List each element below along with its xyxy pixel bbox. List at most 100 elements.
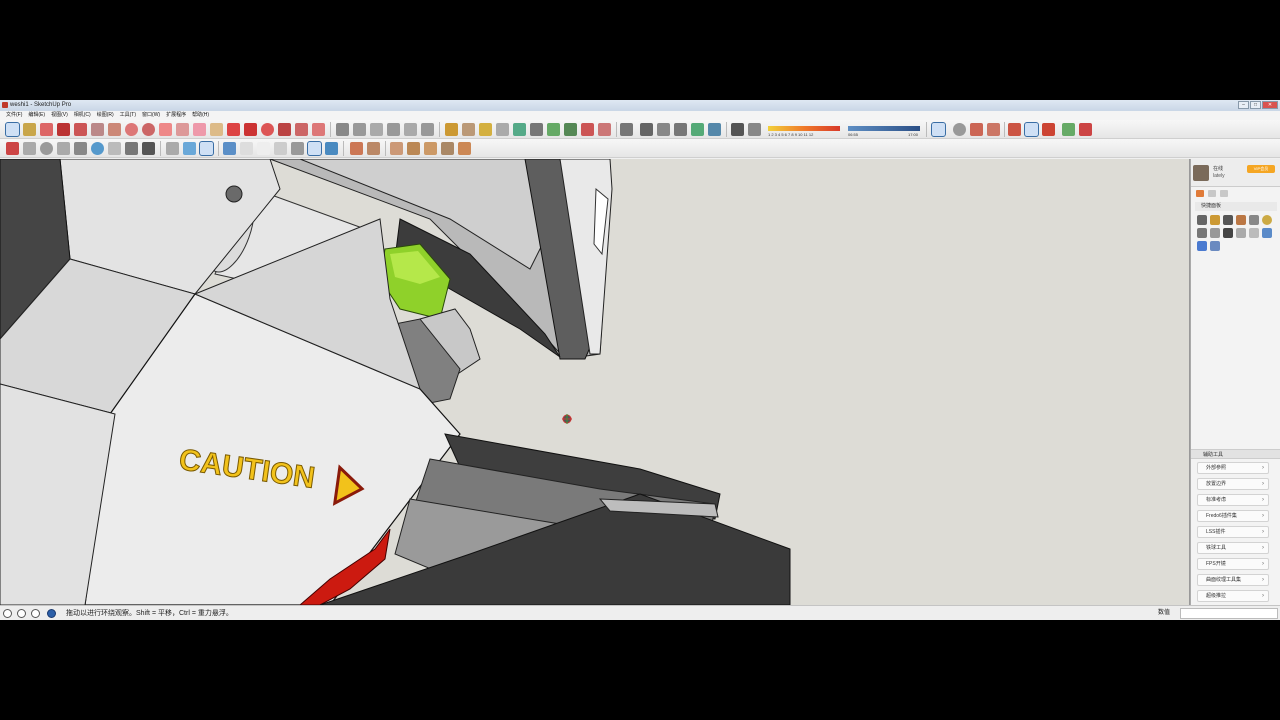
paint-bucket-icon[interactable]	[23, 123, 36, 136]
menu-draw[interactable]: 绘图(R)	[94, 111, 117, 120]
next-view-icon[interactable]	[987, 123, 1000, 136]
xray-icon[interactable]	[620, 123, 633, 136]
tab-user-icon[interactable]	[1220, 189, 1228, 197]
menu-camera[interactable]: 相机(C)	[71, 111, 94, 120]
instructor-icon[interactable]	[47, 609, 56, 618]
plugin-line-icon[interactable]	[1197, 228, 1207, 238]
plugin-grid-icon[interactable]	[1236, 228, 1246, 238]
plugin-bucket-icon[interactable]	[1210, 215, 1220, 225]
section-tool-2-icon[interactable]	[407, 142, 420, 155]
offset-tool-icon[interactable]	[312, 123, 325, 136]
section-fill-icon[interactable]	[564, 123, 577, 136]
section-tool-4-icon[interactable]	[441, 142, 454, 155]
menu-extensions[interactable]: 扩展程序	[163, 111, 189, 120]
line-tool-icon[interactable]	[57, 123, 70, 136]
zoom-icon[interactable]	[40, 142, 53, 155]
aux-item-ironball[interactable]: 铁球工具	[1197, 542, 1269, 554]
section-tool-5-icon[interactable]	[458, 142, 471, 155]
texture-tool-1-icon[interactable]	[350, 142, 363, 155]
fog-toggle-icon[interactable]	[748, 123, 761, 136]
aux-item-fps[interactable]: FPS开镜	[1197, 558, 1269, 570]
section-tool-1-icon[interactable]	[390, 142, 403, 155]
rectangle-tool-icon[interactable]	[91, 123, 104, 136]
pan-icon[interactable]	[23, 142, 36, 155]
style-cube-4-icon[interactable]	[274, 142, 287, 155]
axes-tool-icon[interactable]	[513, 123, 526, 136]
aux-item-standard[interactable]: 标准考虑	[1197, 494, 1269, 506]
plugin-sub-icon[interactable]	[1210, 241, 1220, 251]
plugin-xyz-icon[interactable]	[1197, 241, 1207, 251]
move-axes-icon[interactable]	[166, 142, 179, 155]
two-point-arc-icon[interactable]	[176, 123, 189, 136]
style-cube-7-icon[interactable]	[325, 142, 338, 155]
quick-panel-header[interactable]: 快捷面板	[1195, 202, 1277, 211]
minimize-button[interactable]: –	[1238, 101, 1249, 109]
3d-text-icon[interactable]	[530, 123, 543, 136]
monochrome-icon[interactable]	[708, 123, 721, 136]
plugin-block-icon[interactable]	[1223, 228, 1233, 238]
tab-home-icon[interactable]	[1196, 189, 1204, 197]
style-cube-1-icon[interactable]	[223, 142, 236, 155]
maximize-button[interactable]: □	[1250, 101, 1261, 109]
freehand-tool-icon[interactable]	[74, 123, 87, 136]
section-tool-3-icon[interactable]	[424, 142, 437, 155]
menu-window[interactable]: 窗口(W)	[139, 111, 163, 120]
zoom-extents-icon[interactable]	[74, 142, 87, 155]
sandbox-icon[interactable]	[1062, 123, 1075, 136]
walk-icon[interactable]	[108, 142, 121, 155]
component-icon[interactable]	[336, 123, 349, 136]
plugin-hook-icon[interactable]	[1262, 215, 1272, 225]
warehouse-icon[interactable]	[581, 123, 594, 136]
orbit-tool-icon[interactable]	[931, 122, 946, 137]
orbit-icon[interactable]	[6, 142, 19, 155]
plugin-arc-icon[interactable]	[1249, 215, 1259, 225]
plugin-skin-icon[interactable]	[1262, 228, 1272, 238]
arc-tool-icon[interactable]	[159, 123, 172, 136]
aux-item-fredo6[interactable]: Fredo6插件集	[1197, 510, 1269, 522]
style-cube-2-icon[interactable]	[240, 142, 253, 155]
aux-item-external-ref[interactable]: 外部参照	[1197, 462, 1269, 474]
follow-me-icon[interactable]	[278, 123, 291, 136]
right-view-icon[interactable]	[404, 123, 417, 136]
vip-badge[interactable]: VIP会员	[1247, 165, 1275, 173]
style-cube-3-icon[interactable]	[257, 142, 270, 155]
menu-tools[interactable]: 工具(T)	[117, 111, 139, 120]
move-tool-icon[interactable]	[227, 123, 240, 136]
iso-cube-icon[interactable]	[183, 142, 196, 155]
select-tool-icon[interactable]	[5, 122, 20, 137]
measurements-input[interactable]	[1180, 608, 1278, 619]
close-button[interactable]: ✕	[1262, 101, 1278, 109]
rotate-tool-icon[interactable]	[261, 123, 274, 136]
aux-item-boundary[interactable]: 放置边界	[1197, 478, 1269, 490]
shaded-textures-icon[interactable]	[691, 123, 704, 136]
plugin-brush-icon[interactable]	[1197, 215, 1207, 225]
solid-trim-icon[interactable]	[1042, 123, 1055, 136]
plugin-curve-icon[interactable]	[1236, 215, 1246, 225]
eraser-icon[interactable]	[40, 123, 53, 136]
aux-item-surface-texture[interactable]: 曲面纹理工具集	[1197, 574, 1269, 586]
menu-help[interactable]: 帮助(H)	[189, 111, 212, 120]
back-view-icon[interactable]	[421, 123, 434, 136]
aux-item-super-pushpull[interactable]: 超级推拉	[1197, 590, 1269, 602]
top-view-icon[interactable]	[370, 123, 383, 136]
polygon-tool-icon[interactable]	[142, 123, 155, 136]
zoom-window-icon[interactable]	[57, 142, 70, 155]
menu-file[interactable]: 文件(F)	[3, 111, 25, 120]
hidden-line-icon[interactable]	[657, 123, 670, 136]
shaded-icon[interactable]	[674, 123, 687, 136]
look-around-icon[interactable]	[125, 142, 138, 155]
zoom-tool-icon[interactable]	[953, 123, 966, 136]
menu-edit[interactable]: 编辑(E)	[25, 111, 48, 120]
shadow-time-slider[interactable]	[848, 126, 920, 131]
tab-list-icon[interactable]	[1208, 189, 1216, 197]
text-tool-icon[interactable]	[496, 123, 509, 136]
avatar[interactable]	[1193, 165, 1209, 181]
solid-union-icon[interactable]	[1008, 123, 1021, 136]
user-status-icon[interactable]	[31, 609, 40, 618]
pie-tool-icon[interactable]	[210, 123, 223, 136]
model-canvas[interactable]: CAUTION	[0, 159, 1190, 605]
ruby-console-icon[interactable]	[1079, 123, 1092, 136]
perspective-cube-icon[interactable]	[199, 141, 214, 156]
scale-tool-icon[interactable]	[295, 123, 308, 136]
style-cube-5-icon[interactable]	[291, 142, 304, 155]
